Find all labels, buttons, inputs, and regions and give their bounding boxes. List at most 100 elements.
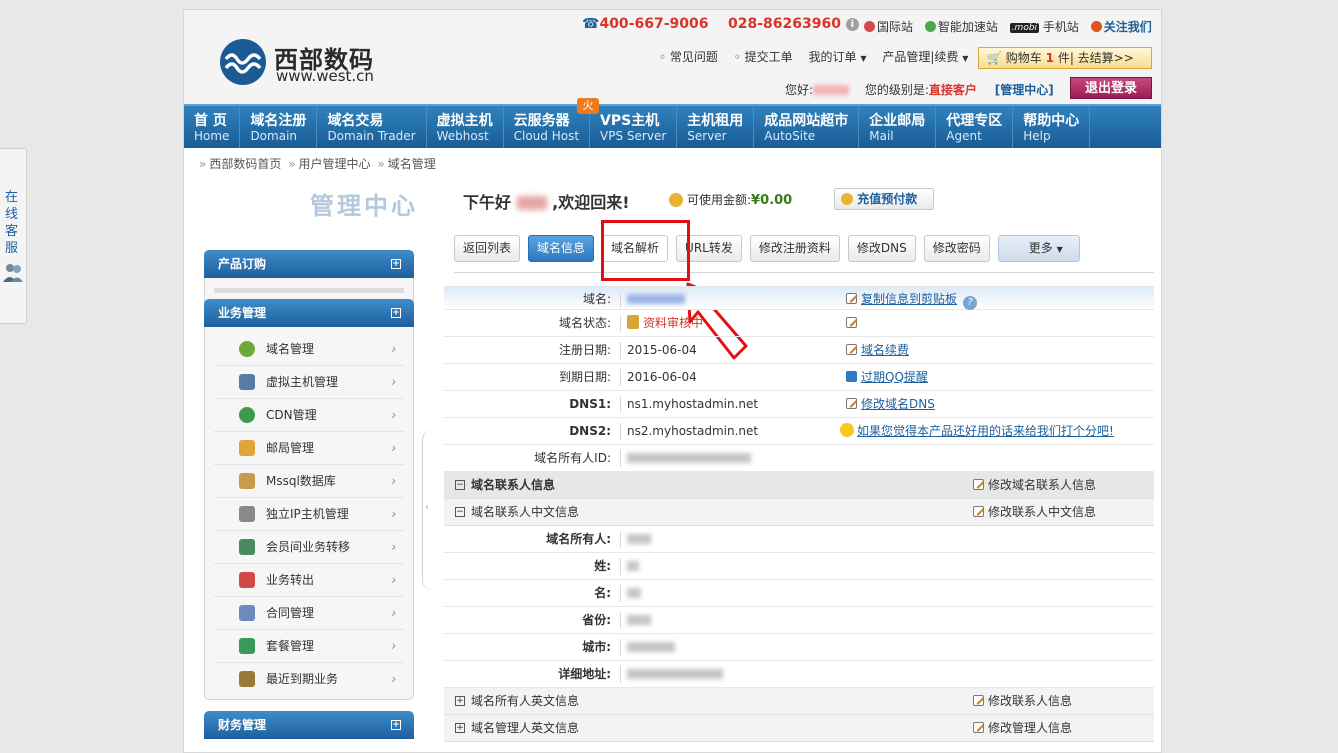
level-label: 您的级别是: [864, 83, 929, 97]
chevron-right-icon: › [391, 441, 396, 455]
nav-domain[interactable]: 域名注册 Domain [240, 106, 318, 148]
sidebar-item-package[interactable]: 套餐管理 › [214, 630, 404, 663]
sidebar-item-expiring[interactable]: 最近到期业务 › [214, 663, 404, 696]
tab-back-to-list[interactable]: 返回列表 [454, 235, 521, 262]
section-owner-en-info[interactable]: + 域名所有人英文信息 修改联系人信息 [444, 688, 1154, 715]
user-status: 您好: 您的级别是:直接客户 [管理中心] [785, 81, 1054, 98]
sidebar-item-transfer[interactable]: 会员间业务转移 › [214, 531, 404, 564]
online-service-tab[interactable]: 在线客服 [0, 148, 27, 324]
my-orders-menu[interactable]: 我的订单 ▼ [809, 50, 867, 64]
hot-badge: 火 [577, 98, 599, 114]
sidebar-item-mail[interactable]: 邮局管理 › [214, 432, 404, 465]
sidebar-item-mssql[interactable]: Mssql数据库 › [214, 465, 404, 498]
collapse-icon[interactable]: − [455, 507, 465, 517]
edit-admin-en-link[interactable]: 修改管理人信息 [973, 715, 1072, 741]
faq-link[interactable]: ◦ 常见问题 [659, 50, 718, 64]
expand-icon[interactable]: + [455, 696, 465, 706]
help-icon[interactable]: ? [963, 296, 978, 310]
status-edit[interactable] [846, 310, 861, 336]
value-blurred [627, 669, 723, 679]
server-icon [239, 374, 255, 390]
nav-autosite[interactable]: 成品网站超市 AutoSite [754, 106, 860, 148]
cdn-icon [239, 407, 255, 423]
logo-url[interactable]: www.west.cn [276, 67, 374, 85]
nav-home[interactable]: 首 页 Home [184, 106, 241, 148]
hotline-number-2: 028-86263960 [728, 16, 841, 32]
nav-server[interactable]: 主机租用 Server [677, 106, 755, 148]
sidebar-item-webhost[interactable]: 虚拟主机管理 › [214, 366, 404, 399]
hotline: ☎400-667-9006 028-86263960 i [582, 16, 859, 32]
balance-amount: ¥0.00 [751, 193, 793, 208]
info-icon[interactable]: i [845, 18, 859, 31]
tab-edit-password[interactable]: 修改密码 [923, 235, 990, 262]
edit-dns-link[interactable]: 修改域名DNS [846, 391, 935, 417]
greeting: 您好: [785, 83, 814, 97]
nav-domain-trader[interactable]: 域名交易 Domain Trader [317, 106, 427, 148]
ticket-link[interactable]: ◦ 提交工单 [734, 50, 793, 64]
edit-contact-info-link[interactable]: 修改域名联系人信息 [973, 472, 1096, 498]
ip-host-icon [239, 506, 255, 522]
breadcrumb-home[interactable]: 西部数码首页 [209, 157, 281, 171]
section-contact-info[interactable]: − 域名联系人信息 修改域名联系人信息 [444, 472, 1154, 499]
accel-site-icon [924, 21, 936, 32]
sidebar-item-ip-host[interactable]: 独立IP主机管理 › [214, 498, 404, 531]
sidebar-item-domain[interactable]: 域名管理 › [214, 333, 404, 366]
value-blurred [627, 615, 651, 625]
manage-center-link[interactable]: [管理中心] [995, 83, 1054, 97]
follow-us-link[interactable]: 关注我们 [1090, 20, 1152, 34]
west-logo-icon[interactable] [219, 38, 267, 86]
sidebar-item-contract[interactable]: 合同管理 › [214, 597, 404, 630]
collapse-icon[interactable]: − [455, 480, 465, 490]
breadcrumb-domain-manage: 域名管理 [387, 157, 436, 171]
customer-service-icon [3, 264, 23, 282]
sidebar-group-product-order[interactable]: 产品订购 + [204, 250, 414, 278]
intl-site-icon [864, 21, 875, 32]
tab-edit-registration[interactable]: 修改注册资料 [749, 235, 840, 262]
copy-to-clipboard-link[interactable]: 复制信息到剪贴板? [846, 286, 978, 312]
sidebar-group-business[interactable]: 业务管理 + [204, 299, 414, 327]
nav-vps[interactable]: VPS主机 VPS Server [590, 106, 678, 148]
recharge-button[interactable]: 充值预付款 [834, 188, 934, 210]
username-blurred [516, 196, 547, 210]
nav-webhost[interactable]: 虚拟主机 Webhost [427, 106, 504, 148]
tab-domain-info[interactable]: 域名信息 [528, 235, 595, 262]
rate-product-link[interactable]: 如果您觉得本产品还好用的话来给我们打个分吧! [840, 418, 1114, 444]
edit-icon [973, 506, 984, 517]
edit-owner-en-link[interactable]: 修改联系人信息 [973, 688, 1072, 714]
cart-icon: 🛒 [987, 51, 1002, 65]
sidebar-item-export[interactable]: 业务转出 › [214, 564, 404, 597]
package-icon [239, 638, 255, 654]
mobile-site-link[interactable]: .mobi 手机站 [1009, 20, 1079, 34]
chevron-right-icon: › [391, 606, 396, 620]
renew-domain-link[interactable]: 域名续费 [846, 337, 909, 363]
breadcrumb-user-center[interactable]: 用户管理中心 [299, 157, 371, 171]
tab-more[interactable]: 更多 ▼ [997, 235, 1080, 262]
sidebar-group-finance[interactable]: 财务管理 + [204, 711, 414, 739]
balance: 可使用金额:¥0.00 [669, 191, 792, 208]
page-container: 西部数码 www.west.cn ☎400-667-9006 028-86263… [183, 9, 1162, 753]
nav-agent[interactable]: 代理专区 Agent [936, 106, 1014, 148]
edit-icon [846, 317, 857, 328]
chevron-left-icon: ‹ [425, 502, 429, 513]
cart-label: 购物车 [1005, 51, 1042, 65]
qq-expire-reminder-link[interactable]: 过期QQ提醒 [846, 364, 928, 390]
product-manage-menu[interactable]: 产品管理|续费 ▼ [882, 50, 968, 64]
status-value: 资料审核中 [643, 316, 704, 330]
sidebar-collapse-handle[interactable]: ‹ [422, 430, 436, 590]
expand-icon[interactable]: + [455, 723, 465, 733]
section-contact-cn-info[interactable]: − 域名联系人中文信息 修改联系人中文信息 [444, 499, 1154, 526]
chevron-right-icon: › [391, 507, 396, 521]
value-blurred [627, 588, 641, 598]
section-admin-en-info[interactable]: + 域名管理人英文信息 修改管理人信息 [444, 715, 1154, 742]
value-blurred [627, 642, 675, 652]
accel-site-link[interactable]: 智能加速站 [924, 20, 998, 34]
intl-site-link[interactable]: 国际站 [864, 20, 913, 34]
cart-button[interactable]: 🛒 购物车 1 件| 去结算>> [978, 47, 1152, 69]
logout-button[interactable]: 退出登录 [1070, 77, 1152, 99]
nav-mail[interactable]: 企业邮局 Mail [859, 106, 937, 148]
nav-help[interactable]: 帮助中心 Help [1013, 106, 1091, 148]
welcome-message: 下午好 ,欢迎回来! [463, 193, 630, 212]
edit-contact-cn-link[interactable]: 修改联系人中文信息 [973, 499, 1096, 525]
sidebar-item-cdn[interactable]: CDN管理 › [214, 399, 404, 432]
tab-edit-dns[interactable]: 修改DNS [847, 235, 916, 262]
